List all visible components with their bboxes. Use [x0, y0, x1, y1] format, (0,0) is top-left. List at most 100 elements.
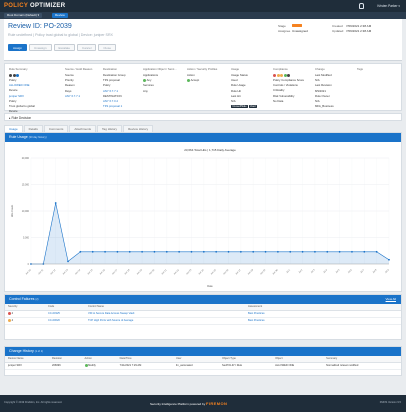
data-point — [141, 250, 144, 253]
summary-line: Risk Vulnerability — [273, 93, 295, 98]
summary-line[interactable]: juniper SRX — [9, 94, 49, 98]
escalate-button[interactable]: Escalate — [53, 44, 76, 51]
summary-line: N/A — [231, 98, 236, 103]
x-axis-label: Date — [207, 284, 213, 288]
rule-decision-toggle[interactable]: ▸ Rule Decision — [4, 113, 402, 121]
tab-attachments[interactable]: Attachments — [69, 125, 97, 132]
summary-line: Used — [231, 78, 238, 83]
control-failures-title: Control Failures — [9, 297, 35, 301]
data-point — [276, 250, 279, 253]
updated-label: Updated — [332, 28, 344, 33]
tab-details[interactable]: Details — [23, 125, 43, 132]
page-subtitle: Rule undefined | Policy trust global to … — [8, 33, 113, 37]
summary-line: Services — [143, 83, 154, 88]
x-tick-label: Jul 4 — [323, 269, 328, 274]
data-point — [351, 250, 353, 253]
x-tick-label: Jun 23 — [186, 269, 193, 276]
object-cell: ALLOWED ONE — [272, 362, 324, 370]
status-icon — [12, 73, 16, 77]
page-footer: Copyright © 2019 FireMon, Inc. All right… — [0, 395, 406, 412]
cancel-button[interactable]: Cancel — [77, 44, 97, 51]
summary-app-any: Any — [146, 78, 152, 83]
context-bar: Root Domain (Default) ▾ Review — [0, 12, 406, 19]
summary-line: Rule Owner — [315, 93, 330, 98]
summary-line: Days — [65, 88, 72, 93]
usage-chart: 23,664 Total Hits | 1,715 Daily Average 0… — [10, 148, 390, 288]
x-tick-label: Jun 17 — [112, 269, 119, 276]
summary-line: Rule Usage — [231, 83, 246, 88]
x-tick-label: Jun 19 — [137, 269, 144, 276]
page-title: Review ID: PO-2039 — [8, 23, 72, 30]
data-point — [252, 250, 255, 253]
version-text: FMOS Version 9.5 — [379, 401, 401, 404]
x-tick-label: Jun 30 — [273, 269, 280, 276]
tab-usage[interactable]: Usage — [4, 125, 23, 132]
control-name-cell[interactable]: VDI to Secure Data Access Sweep Vault — [85, 310, 245, 318]
x-tick-label: Jul 7 — [360, 269, 365, 274]
code-cell[interactable]: CC-00325 — [45, 310, 85, 318]
summary-line: Usage Status — [231, 73, 248, 77]
summary-app-header: Application Object / Servi... — [143, 67, 177, 71]
summary-line: Trust global to global — [9, 103, 35, 108]
accept-icon — [187, 78, 190, 82]
x-tick-label: Jun 24 — [198, 269, 205, 276]
summary-line[interactable]: ALLOWED ONE — [9, 83, 49, 87]
x-tick-label: Jun 13 — [63, 269, 70, 276]
data-point — [227, 250, 230, 253]
summary-line: Action — [187, 73, 195, 77]
summary-line: Policy — [103, 83, 111, 88]
x-tick-label: Jul 1 — [286, 269, 291, 274]
x-tick-label: Jul 3 — [311, 269, 316, 274]
context-tab-review[interactable]: Review — [52, 13, 68, 18]
x-tick-label: Jul 2 — [299, 269, 304, 274]
tab-comments[interactable]: Comments — [43, 125, 69, 132]
stage-indicator — [292, 24, 302, 27]
object-type-cell: SecPOLICY Rule — [219, 362, 273, 370]
notification-bell-icon[interactable] — [359, 3, 364, 9]
summary-line[interactable]: ANY 6.7.7.1 — [65, 94, 105, 98]
tab-review-history[interactable]: Review History — [123, 125, 154, 132]
series-area — [31, 203, 389, 264]
table-row[interactable]: 4 CC-00325 VDI to Secure Data Access Swe… — [5, 310, 401, 318]
tab-tag-history[interactable]: Tag History — [97, 125, 123, 132]
summary-destination-header: Destination — [103, 67, 117, 71]
assessment-cell[interactable]: Best Practices — [245, 310, 401, 318]
table-row[interactable]: 4 CC-00620 TCP High Ports with Source of… — [5, 317, 401, 325]
summary-line[interactable]: ANY 6.7.0.2 — [103, 99, 143, 103]
assessment-cell[interactable]: Best Practices — [245, 317, 401, 325]
app-logo[interactable]: POLICY OPTIMIZER — [4, 3, 65, 9]
view-all-link[interactable]: View All — [386, 295, 396, 304]
control-name-cell[interactable]: TCP High Ports with Source of Average — [85, 317, 245, 325]
firemon-logo: FIREMON — [206, 401, 228, 406]
status-icon — [9, 73, 12, 77]
data-point — [215, 250, 218, 253]
summary-line: N/A — [315, 98, 320, 103]
user-cell: fm_automated — [172, 362, 220, 370]
severity-cell: 4 — [5, 317, 45, 325]
detail-tabs: Usage Details Comments Attachments Tag H… — [4, 125, 154, 132]
rule-usage-panel: Rule Usage(30 day history) 23,664 Total … — [4, 132, 402, 292]
summary-tags-col: Tags — [357, 67, 397, 109]
domain-selector[interactable]: Root Domain (Default) ▾ — [4, 13, 43, 18]
summary-line: Any — [143, 88, 148, 93]
close-button[interactable]: Close — [98, 44, 117, 51]
summary-app-col: Application Object / Servi... Applicatio… — [143, 67, 185, 109]
code-cell[interactable]: CC-00620 — [45, 317, 85, 325]
x-tick-label: Jun 29 — [260, 269, 267, 276]
summary-line: Rule Hit — [231, 88, 241, 93]
unassign-button[interactable]: Unassign — [29, 44, 52, 51]
table-row[interactable]: juniper SRX 206696 Modify 7/11/2021 7:29… — [5, 362, 401, 370]
x-tick-label: Jun 16 — [100, 269, 107, 276]
severity-value: 4 — [11, 319, 14, 323]
control-failures-table: Severity Code Control Name Assessment 4 … — [5, 304, 401, 325]
copyright-text: Copyright © 2019 FireMon, Inc. All right… — [4, 401, 63, 404]
summary-line: Policy — [9, 98, 17, 103]
summary-line[interactable]: TFS proposal 1 — [103, 104, 143, 108]
assign-button[interactable]: Assign — [8, 44, 28, 51]
user-menu[interactable]: Kristen Parker ▾ — [377, 4, 400, 8]
summary-line: TFS proposal — [103, 78, 120, 83]
summary-line[interactable]: ANY 6.7.7.1 — [103, 89, 143, 93]
control-failures-panel: Control Failures(2) View All Severity Co… — [4, 294, 402, 340]
summary-line: DESTINATION — [103, 93, 122, 98]
data-point — [314, 250, 316, 253]
